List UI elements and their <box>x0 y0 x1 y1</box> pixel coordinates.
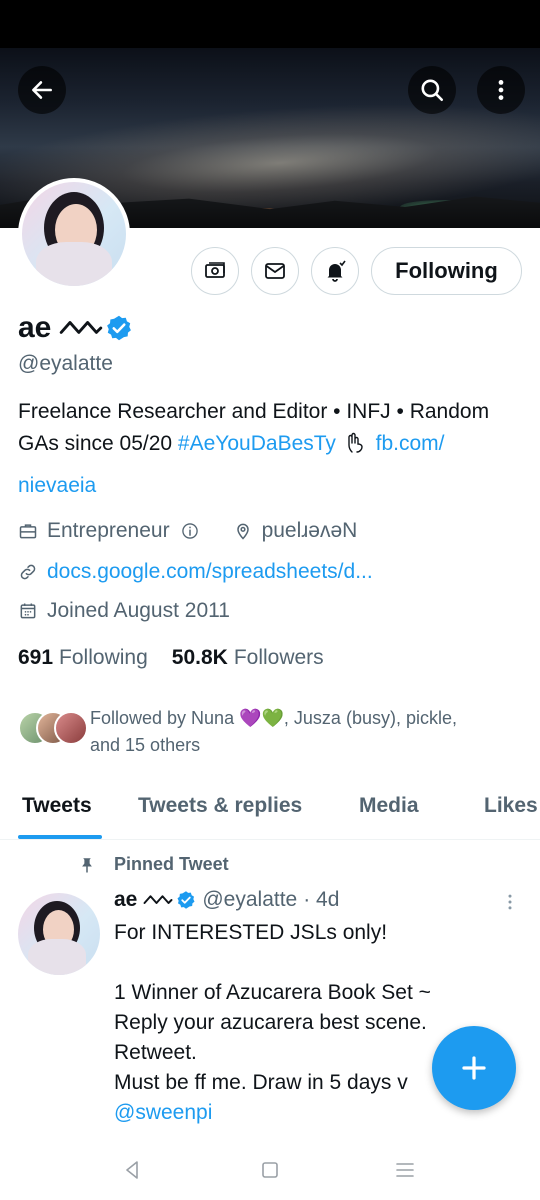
bio-fb-link-continued[interactable]: nievaeia <box>18 470 96 502</box>
active-tab-indicator <box>18 835 102 839</box>
info-icon[interactable] <box>180 521 200 541</box>
follower-avatar <box>54 711 88 745</box>
profile-tabs: Tweets Tweets & replies Media Likes <box>0 782 540 840</box>
profile-meta-row-3: Joined August 2011 <box>18 599 230 623</box>
profile-location: puelɹəʌəN <box>261 519 358 542</box>
tweet-line: For INTERESTED JSLs only! <box>114 921 388 944</box>
link-icon <box>20 564 36 580</box>
calendar-icon <box>20 603 36 619</box>
pinned-tweet-label: Pinned Tweet <box>78 854 229 875</box>
avatar-body <box>36 242 112 286</box>
profile-bio: Freelance Researcher and Editor • INFJ •… <box>18 396 528 502</box>
verified-badge-icon[interactable] <box>176 890 196 910</box>
location-pin-icon <box>236 523 249 540</box>
profile-counts: 691 Following 50.8K Followers <box>18 646 324 670</box>
profile-meta-row-2: docs.google.com/spreadsheets/d... <box>18 560 373 584</box>
profile-name-row: ae <box>18 308 133 348</box>
compose-tweet-button[interactable] <box>432 1026 516 1110</box>
system-navigation-bar <box>0 1140 540 1200</box>
following-button[interactable]: Following <box>371 247 522 295</box>
profile-joined-date: Joined August 2011 <box>47 599 230 622</box>
message-button[interactable] <box>251 247 299 295</box>
pin-icon <box>82 857 92 872</box>
tab-tweets[interactable]: Tweets <box>22 794 92 818</box>
nav-home-icon[interactable] <box>258 1158 282 1182</box>
profile-handle: @eyalatte <box>18 352 113 375</box>
tweet-author-avatar[interactable] <box>18 893 100 975</box>
tweet-timestamp[interactable]: · 4d <box>303 888 339 912</box>
plus-icon <box>462 1056 486 1080</box>
wave-emoji-icon <box>60 321 103 334</box>
more-options-button[interactable] <box>477 66 525 114</box>
money-icon <box>205 262 225 278</box>
hand-emoji-icon <box>348 432 363 453</box>
tweet-line <box>114 948 514 978</box>
nav-recents-icon[interactable] <box>393 1158 417 1182</box>
tweet-line: 1 Winner of Azucarera Book Set ~ <box>114 981 431 1004</box>
followers-count: 50.8K <box>171 646 228 669</box>
verified-badge-icon[interactable] <box>105 314 133 342</box>
profile-avatar[interactable] <box>18 178 130 290</box>
followed-by-names: , Jusza (busy), pickle, <box>283 708 457 728</box>
status-bar <box>0 0 540 48</box>
nav-back-icon[interactable] <box>120 1158 144 1182</box>
followers-label: Followers <box>233 646 324 669</box>
pinned-text: Pinned Tweet <box>114 854 229 874</box>
followed-by-avatars <box>18 711 90 751</box>
back-button[interactable] <box>18 66 66 114</box>
tweet-header: ae @eyalatte · 4d <box>114 888 339 912</box>
search-icon <box>421 79 444 102</box>
bio-hashtag-link[interactable]: #AeYouDaBesTy <box>178 432 336 455</box>
profile-category: Entrepreneur <box>47 519 170 542</box>
wave-emoji-icon <box>143 895 173 904</box>
avatar-body <box>28 939 86 975</box>
tab-media[interactable]: Media <box>359 794 419 818</box>
following-count-link[interactable]: 691 Following <box>18 646 148 670</box>
notifications-button[interactable] <box>311 247 359 295</box>
heart-emoji: 💜💚 <box>239 708 284 728</box>
arrow-left-icon <box>32 81 52 99</box>
tab-likes[interactable]: Likes <box>484 794 538 818</box>
tweet-more-icon[interactable] <box>500 892 520 912</box>
tweet-author-name[interactable]: ae <box>114 888 137 912</box>
followed-by[interactable]: Followed by Nuna 💜💚, Jusza (busy), pickl… <box>18 705 510 759</box>
followers-count-link[interactable]: 50.8K Followers <box>172 646 324 670</box>
following-count: 691 <box>18 646 54 669</box>
profile-name: ae <box>18 311 52 344</box>
followed-by-prefix: Followed by Nuna <box>90 708 240 728</box>
profile-meta-row-1: Entrepreneur puelɹəʌəN <box>18 519 357 543</box>
tweet-author-handle[interactable]: @eyalatte <box>202 888 297 912</box>
bio-fb-link[interactable]: fb.com/ <box>376 432 445 455</box>
search-button[interactable] <box>408 66 456 114</box>
envelope-icon <box>265 263 285 279</box>
briefcase-icon <box>19 524 37 539</box>
following-label: Following <box>59 646 148 669</box>
subscribe-button[interactable] <box>191 247 239 295</box>
profile-website-link[interactable]: docs.google.com/spreadsheets/d... <box>47 560 373 584</box>
followed-by-text: Followed by Nuna 💜💚, Jusza (busy), pickl… <box>90 705 510 759</box>
bell-icon <box>327 260 346 282</box>
more-vertical-icon <box>498 80 504 100</box>
followed-by-others: and 15 others <box>90 735 201 755</box>
tab-tweets-and-replies[interactable]: Tweets & replies <box>138 794 302 818</box>
